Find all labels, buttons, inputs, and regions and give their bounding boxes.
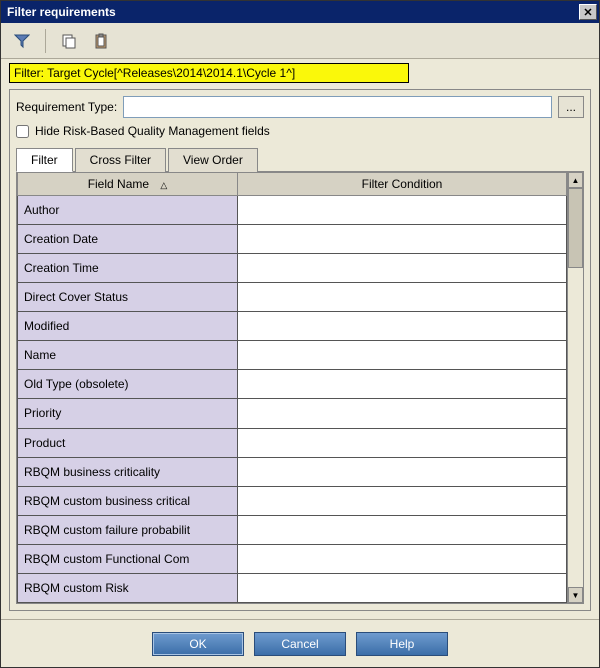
paste-tool-button[interactable] bbox=[88, 28, 114, 54]
filter-grid: Field Name △ Filter Condition AuthorCrea… bbox=[17, 172, 567, 603]
titlebar: Filter requirements ✕ bbox=[1, 1, 599, 23]
table-row: Name bbox=[18, 341, 567, 370]
field-name-cell: Old Type (obsolete) bbox=[18, 370, 238, 399]
filter-condition-cell[interactable] bbox=[238, 573, 567, 602]
filter-condition-cell[interactable] bbox=[238, 196, 567, 225]
field-name-cell: RBQM custom failure probabilit bbox=[18, 515, 238, 544]
content-area: Filter: Target Cycle[^Releases\2014\2014… bbox=[1, 59, 599, 619]
tab-cross-filter-label: Cross Filter bbox=[90, 153, 151, 167]
filter-condition-cell[interactable] bbox=[238, 283, 567, 312]
scroll-thumb[interactable] bbox=[568, 188, 583, 268]
table-row: Modified bbox=[18, 312, 567, 341]
field-name-cell: Creation Date bbox=[18, 225, 238, 254]
field-name-cell: RBQM custom Risk bbox=[18, 573, 238, 602]
filter-condition-cell[interactable] bbox=[238, 428, 567, 457]
table-row: Product bbox=[18, 428, 567, 457]
header-filter-condition-label: Filter Condition bbox=[362, 177, 443, 191]
ellipsis-icon: ... bbox=[566, 100, 576, 114]
requirement-type-browse-button[interactable]: ... bbox=[558, 96, 584, 118]
filter-condition-cell[interactable] bbox=[238, 486, 567, 515]
table-row: Creation Date bbox=[18, 225, 567, 254]
table-row: RBQM business criticality bbox=[18, 457, 567, 486]
scroll-track[interactable] bbox=[568, 188, 583, 587]
table-row: RBQM custom Risk bbox=[18, 573, 567, 602]
filter-condition-cell[interactable] bbox=[238, 370, 567, 399]
header-field-name[interactable]: Field Name △ bbox=[18, 173, 238, 196]
filter-panel: Requirement Type: ... Hide Risk-Based Qu… bbox=[9, 89, 591, 611]
filter-condition-cell[interactable] bbox=[238, 544, 567, 573]
tab-strip: Filter Cross Filter View Order bbox=[16, 148, 584, 172]
tab-view-order[interactable]: View Order bbox=[168, 148, 258, 172]
table-row: Old Type (obsolete) bbox=[18, 370, 567, 399]
table-row: Creation Time bbox=[18, 254, 567, 283]
tab-filter-label: Filter bbox=[31, 153, 58, 167]
hide-rbqm-checkbox[interactable] bbox=[16, 125, 29, 138]
toolbar bbox=[1, 23, 599, 59]
copy-icon bbox=[61, 33, 77, 49]
scroll-up-button[interactable]: ▲ bbox=[568, 172, 583, 188]
filter-condition-cell[interactable] bbox=[238, 515, 567, 544]
tab-view-order-label: View Order bbox=[183, 153, 243, 167]
dialog-button-row: OK Cancel Help bbox=[1, 619, 599, 667]
filter-condition-cell[interactable] bbox=[238, 341, 567, 370]
field-name-cell: Creation Time bbox=[18, 254, 238, 283]
header-field-name-label: Field Name bbox=[88, 177, 149, 191]
filter-dialog: Filter requirements ✕ Filter: Targ bbox=[0, 0, 600, 668]
table-row: Author bbox=[18, 196, 567, 225]
table-row: Priority bbox=[18, 399, 567, 428]
filter-tool-button[interactable] bbox=[9, 28, 35, 54]
table-row: RBQM custom Functional Com bbox=[18, 544, 567, 573]
ok-button[interactable]: OK bbox=[152, 632, 244, 656]
vertical-scrollbar[interactable]: ▲ ▼ bbox=[567, 172, 583, 603]
field-name-cell: Product bbox=[18, 428, 238, 457]
ok-button-label: OK bbox=[189, 637, 206, 651]
field-name-cell: Priority bbox=[18, 399, 238, 428]
tab-filter[interactable]: Filter bbox=[16, 148, 73, 172]
filter-condition-cell[interactable] bbox=[238, 312, 567, 341]
close-icon: ✕ bbox=[583, 6, 592, 19]
sort-asc-icon: △ bbox=[160, 180, 167, 191]
hide-rbqm-label: Hide Risk-Based Quality Management field… bbox=[35, 124, 270, 138]
help-button[interactable]: Help bbox=[356, 632, 448, 656]
header-filter-condition[interactable]: Filter Condition bbox=[238, 173, 567, 196]
hide-rbqm-row: Hide Risk-Based Quality Management field… bbox=[16, 124, 584, 138]
grid-container: Field Name △ Filter Condition AuthorCrea… bbox=[16, 171, 584, 604]
clipboard-icon bbox=[93, 33, 109, 49]
field-name-cell: RBQM business criticality bbox=[18, 457, 238, 486]
filter-condition-cell[interactable] bbox=[238, 457, 567, 486]
window-title: Filter requirements bbox=[7, 5, 579, 19]
field-name-cell: RBQM custom business critical bbox=[18, 486, 238, 515]
cancel-button[interactable]: Cancel bbox=[254, 632, 346, 656]
filter-condition-cell[interactable] bbox=[238, 399, 567, 428]
field-name-cell: Modified bbox=[18, 312, 238, 341]
cancel-button-label: Cancel bbox=[281, 637, 318, 651]
field-name-cell: Author bbox=[18, 196, 238, 225]
tab-cross-filter[interactable]: Cross Filter bbox=[75, 148, 166, 172]
toolbar-separator bbox=[45, 29, 46, 53]
help-button-label: Help bbox=[390, 637, 415, 651]
filter-condition-cell[interactable] bbox=[238, 225, 567, 254]
table-row: RBQM custom failure probabilit bbox=[18, 515, 567, 544]
field-name-cell: Direct Cover Status bbox=[18, 283, 238, 312]
table-row: RBQM custom business critical bbox=[18, 486, 567, 515]
copy-tool-button[interactable] bbox=[56, 28, 82, 54]
scroll-down-button[interactable]: ▼ bbox=[568, 587, 583, 603]
requirement-type-row: Requirement Type: ... bbox=[16, 96, 584, 118]
field-name-cell: RBQM custom Functional Com bbox=[18, 544, 238, 573]
close-button[interactable]: ✕ bbox=[579, 4, 597, 20]
filter-summary: Filter: Target Cycle[^Releases\2014\2014… bbox=[9, 63, 409, 83]
field-name-cell: Name bbox=[18, 341, 238, 370]
requirement-type-input[interactable] bbox=[123, 96, 552, 118]
filter-condition-cell[interactable] bbox=[238, 254, 567, 283]
table-row: Direct Cover Status bbox=[18, 283, 567, 312]
requirement-type-label: Requirement Type: bbox=[16, 100, 117, 114]
funnel-icon bbox=[14, 33, 30, 49]
